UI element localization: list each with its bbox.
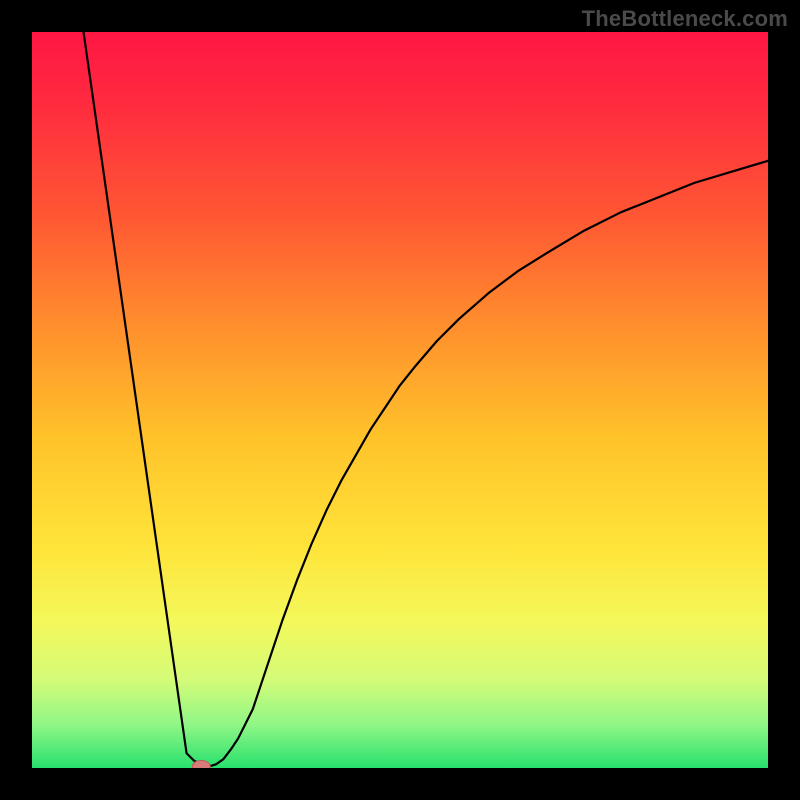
heat-gradient [32, 32, 768, 768]
chart-frame: TheBottleneck.com [0, 0, 800, 800]
watermark-text: TheBottleneck.com [582, 6, 788, 32]
plot-area [32, 32, 768, 768]
plot-svg [32, 32, 768, 768]
